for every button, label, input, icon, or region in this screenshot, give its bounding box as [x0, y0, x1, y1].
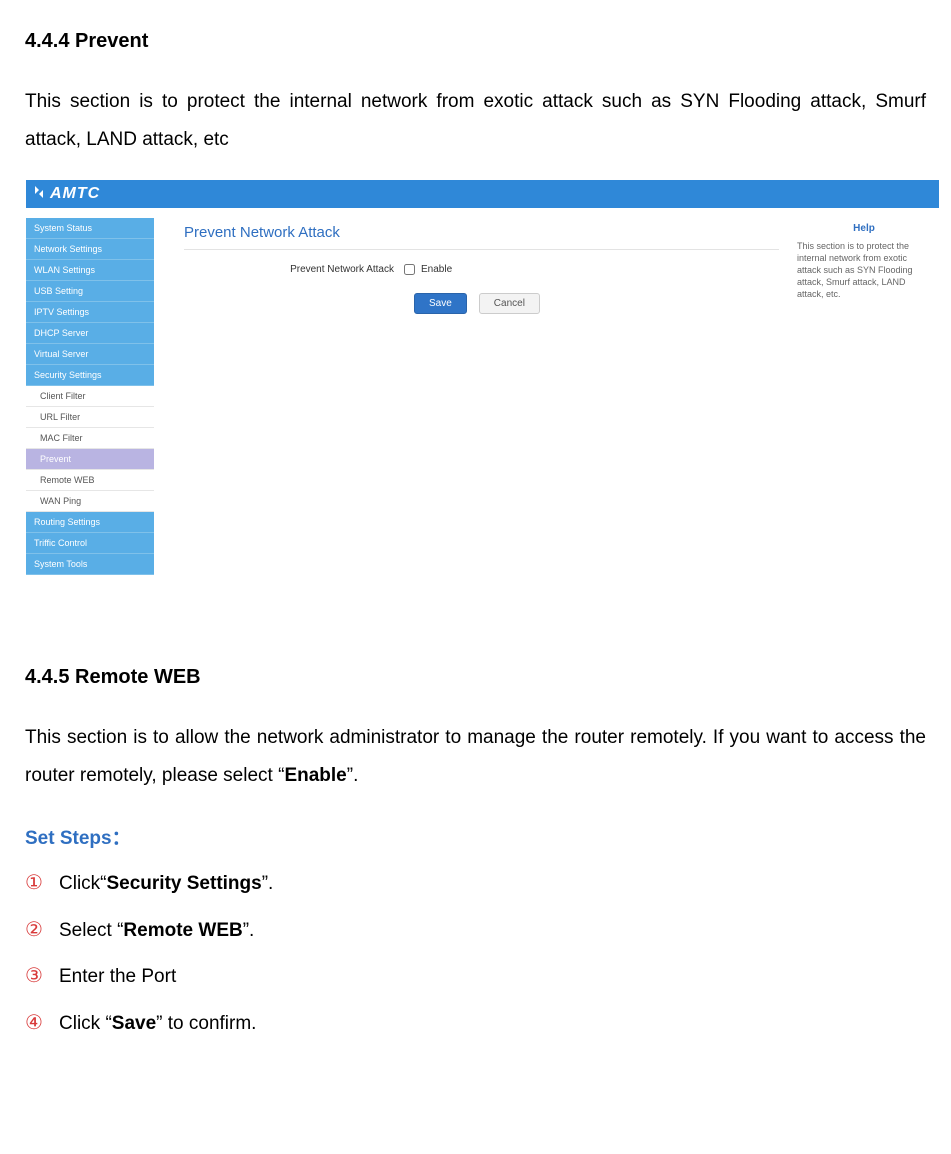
sidebar-item-system-status[interactable]: System Status	[26, 218, 154, 239]
sidebar-sub-url-filter[interactable]: URL Filter	[26, 407, 154, 428]
brand-text: AMTC	[50, 185, 100, 203]
sidebar-item-iptv-settings[interactable]: IPTV Settings	[26, 302, 154, 323]
sidebar-sub-prevent[interactable]: Prevent	[26, 449, 154, 470]
enable-label: Enable	[421, 264, 452, 275]
step-num-2: ②	[25, 915, 59, 945]
sidebar-item-traffic-control[interactable]: Triffic Control	[26, 533, 154, 554]
section-intro-prevent: This section is to protect the internal …	[25, 83, 926, 159]
section-heading-prevent: 4.4.4 Prevent	[25, 30, 926, 53]
sidebar-item-usb-setting[interactable]: USB Setting	[26, 281, 154, 302]
cancel-button[interactable]: Cancel	[479, 293, 540, 314]
form-row-prevent: Prevent Network Attack Enable	[274, 264, 779, 275]
save-button[interactable]: Save	[414, 293, 467, 314]
step-num-4: ④	[25, 1008, 59, 1038]
step-num-1: ①	[25, 868, 59, 898]
sidebar: System Status Network Settings WLAN Sett…	[26, 218, 154, 575]
main-panel: Prevent Network Attack Prevent Network A…	[154, 218, 789, 314]
sidebar-item-system-tools[interactable]: System Tools	[26, 554, 154, 575]
sidebar-item-security-settings[interactable]: Security Settings	[26, 365, 154, 386]
section-intro-remote-web: This section is to allow the network adm…	[25, 719, 926, 795]
sidebar-item-dhcp-server[interactable]: DHCP Server	[26, 323, 154, 344]
help-text: This section is to protect the internal …	[797, 240, 931, 301]
sidebar-item-routing-settings[interactable]: Routing Settings	[26, 512, 154, 533]
router-topbar: AMTC	[26, 180, 939, 208]
step-3: ③ Enter the Port	[25, 961, 926, 992]
enable-checkbox[interactable]	[404, 264, 415, 275]
field-label: Prevent Network Attack	[274, 264, 404, 275]
sidebar-item-virtual-server[interactable]: Virtual Server	[26, 344, 154, 365]
step-4: ④ Click “Save” to confirm.	[25, 1008, 926, 1039]
sidebar-sub-wan-ping[interactable]: WAN Ping	[26, 491, 154, 512]
help-panel: Help This section is to protect the inte…	[789, 218, 939, 300]
help-title: Help	[797, 222, 931, 236]
step-num-3: ③	[25, 961, 59, 991]
section-heading-remote-web: 4.4.5 Remote WEB	[25, 666, 926, 689]
logo-icon	[32, 185, 46, 204]
step-1: ① Click“Security Settings”.	[25, 868, 926, 899]
step-2: ② Select “Remote WEB”.	[25, 915, 926, 946]
step-list: ① Click“Security Settings”. ② Select “Re…	[25, 868, 926, 1038]
sidebar-item-network-settings[interactable]: Network Settings	[26, 239, 154, 260]
sidebar-item-wlan-settings[interactable]: WLAN Settings	[26, 260, 154, 281]
panel-title: Prevent Network Attack	[184, 218, 779, 250]
sidebar-sub-remote-web[interactable]: Remote WEB	[26, 470, 154, 491]
sidebar-sub-mac-filter[interactable]: MAC Filter	[26, 428, 154, 449]
set-steps-heading: Set Steps：	[25, 823, 926, 850]
sidebar-sub-client-filter[interactable]: Client Filter	[26, 386, 154, 407]
router-ui-screenshot: AMTC System Status Network Settings WLAN…	[25, 179, 940, 576]
